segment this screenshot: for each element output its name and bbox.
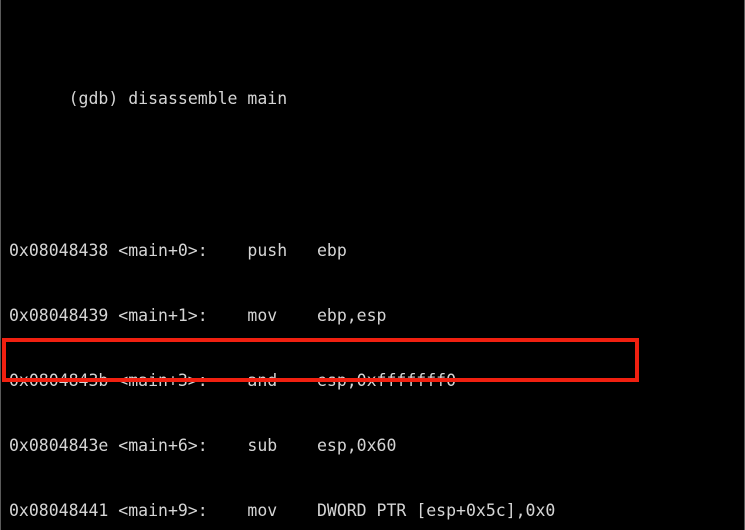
instruction-line: 0x08048438 <main+0>: push ebp [9,240,744,262]
instruction-text: 0x0804843e <main+6>: sub esp,0x60 [9,435,397,455]
command-line: (gdb) disassemble main [9,66,744,108]
instruction-text: 0x08048438 <main+0>: push ebp [9,240,347,260]
instruction-line: 0x0804843b <main+3>: and esp,0xfffffff0 [9,370,744,392]
instruction-line: 0x08048441 <main+9>: mov DWORD PTR [esp+… [9,500,744,522]
dump-header-line [9,153,744,175]
command-line-text: (gdb) disassemble main [68,88,288,108]
instruction-text: 0x0804843b <main+3>: and esp,0xfffffff0 [9,370,457,390]
instruction-line: 0x0804843e <main+6>: sub esp,0x60 [9,435,744,457]
instruction-line: 0x08048439 <main+1>: mov ebp,esp [9,305,744,327]
terminal-window[interactable]: (gdb) disassemble main 0x08048438 <main+… [0,0,745,530]
terminal-screen: (gdb) disassemble main 0x08048438 <main+… [9,1,744,530]
instruction-text: 0x08048439 <main+1>: mov ebp,esp [9,305,387,325]
instruction-text: 0x08048441 <main+9>: mov DWORD PTR [esp+… [9,501,556,521]
